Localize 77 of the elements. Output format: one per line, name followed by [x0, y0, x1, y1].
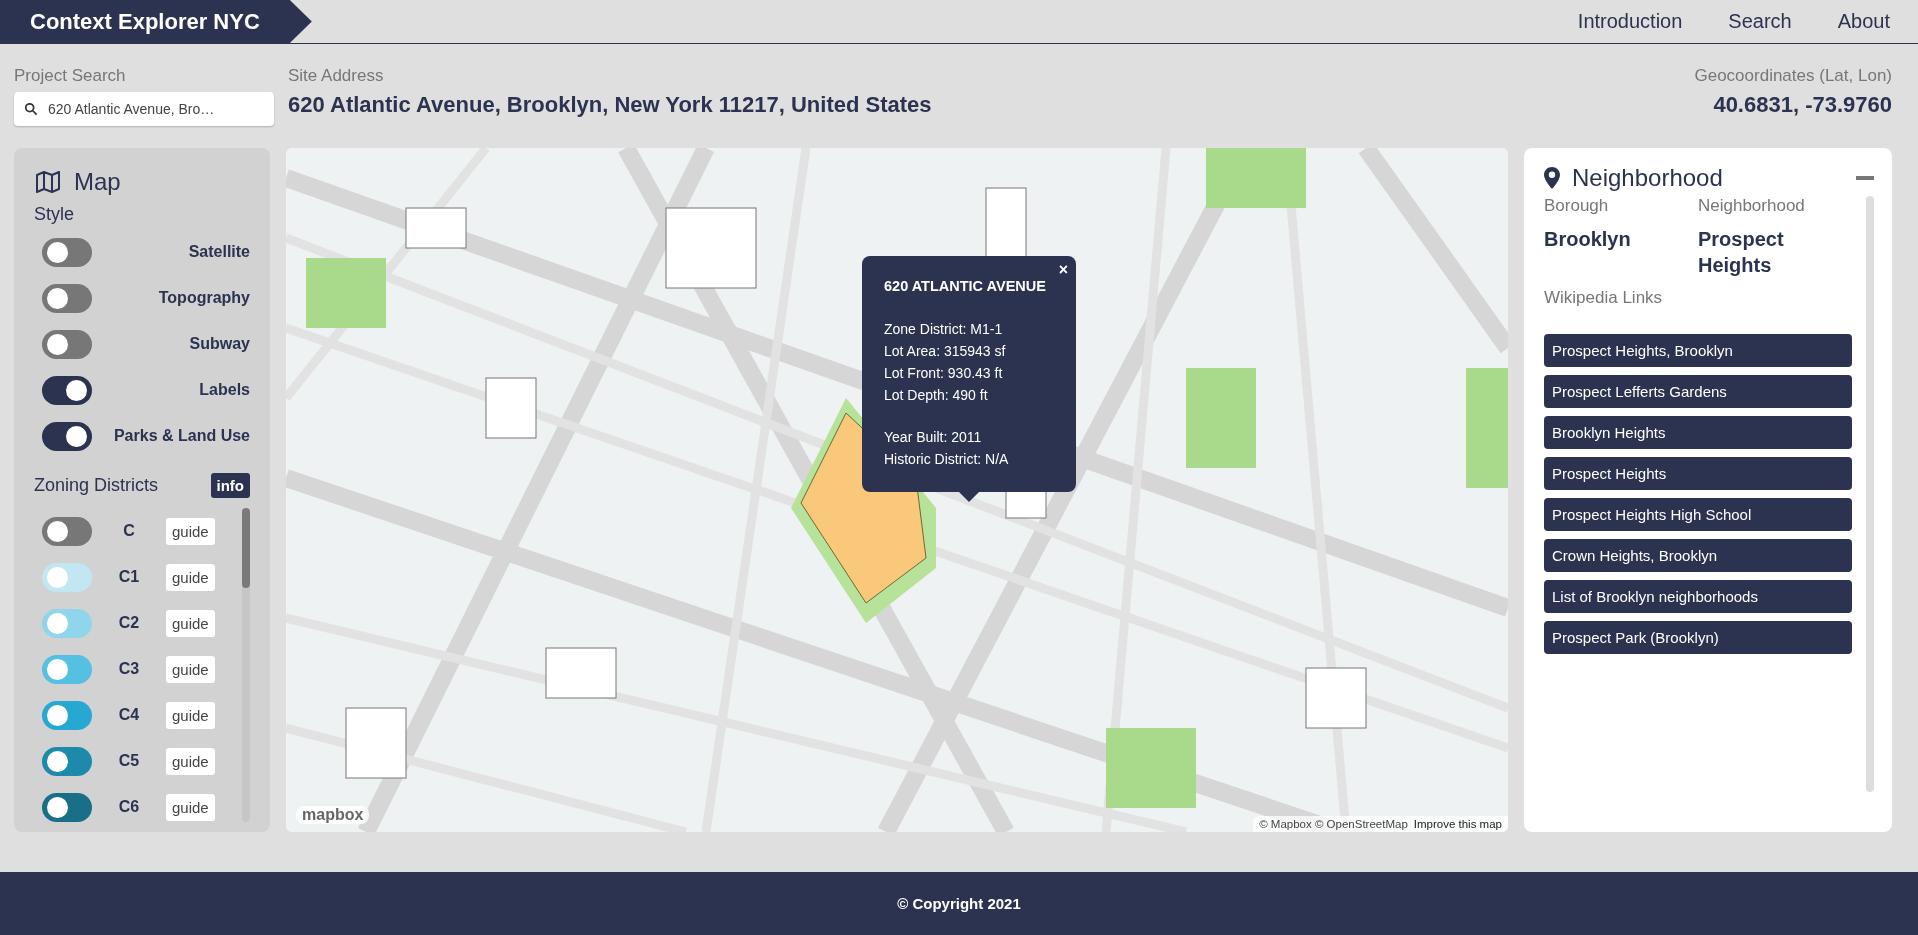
nav-link[interactable]: Introduction: [1577, 10, 1683, 33]
section-label: Style: [34, 204, 76, 225]
district-label: C2: [117, 614, 141, 632]
district-label: C4: [117, 706, 141, 724]
toggle-switch[interactable]: [42, 237, 92, 267]
district-label: C6: [117, 798, 141, 816]
toggle-switch[interactable]: [42, 562, 92, 592]
search-field[interactable]: 620 Atlantic Avenue, Bro…: [14, 92, 274, 126]
guide-button[interactable]: guide: [166, 793, 215, 821]
neighborhood-value: Prospect Heights: [1698, 227, 1785, 278]
layer-label: Topography: [158, 289, 250, 307]
field-label: Geocoordinates (Lat, Lon): [1694, 66, 1892, 86]
section-label: Zoning Districts: [34, 475, 159, 496]
district-label: C5: [117, 752, 141, 770]
nav-link[interactable]: Search: [1728, 10, 1792, 33]
panel-title: Neighborhood: [1572, 164, 1724, 192]
toggle-switch[interactable]: [42, 746, 92, 776]
wikipedia-link[interactable]: List of Brooklyn neighborhoods: [1544, 580, 1852, 613]
toggle-switch[interactable]: [42, 654, 92, 684]
guide-button[interactable]: guide: [166, 747, 215, 775]
field-label: Wikipedia Links: [1544, 288, 1664, 308]
guide-button[interactable]: guide: [166, 517, 215, 545]
wikipedia-link[interactable]: Prospect Heights: [1544, 457, 1852, 490]
popup-detail: Historic District: N/A: [884, 450, 1010, 469]
location-pin-icon: [1544, 167, 1560, 189]
layer-label: Satellite: [188, 243, 250, 261]
search-icon: [24, 102, 38, 116]
improve-map-link[interactable]: Improve this map: [1413, 818, 1502, 830]
district-label: C: [122, 522, 136, 540]
wikipedia-link[interactable]: Crown Heights, Brooklyn: [1544, 539, 1852, 572]
layer-label: Subway: [189, 335, 250, 353]
toggle-switch[interactable]: [42, 516, 92, 546]
popup-detail: Lot Area: 315943 sf: [884, 342, 1007, 361]
guide-button[interactable]: guide: [166, 655, 215, 683]
field-label: Borough: [1544, 196, 1610, 216]
close-button[interactable]: ×: [1056, 262, 1070, 278]
wikipedia-link[interactable]: Prospect Heights, Brooklyn: [1544, 334, 1852, 367]
info-button[interactable]: info: [210, 473, 250, 498]
field-label: Site Address: [288, 66, 385, 86]
popup-title: 620 ATLANTIC AVENUE: [884, 278, 1047, 294]
toggle-switch[interactable]: [42, 375, 92, 405]
map-icon: [34, 171, 62, 193]
map-credits: © Mapbox © OpenStreetMap: [1259, 818, 1408, 830]
guide-button[interactable]: guide: [166, 609, 215, 637]
scrollbar[interactable]: [1866, 196, 1874, 792]
popup-detail: Zone District: M1-1: [884, 320, 1004, 339]
layer-label: Parks & Land Use: [113, 427, 250, 445]
toggle-switch[interactable]: [42, 700, 92, 730]
copyright-text: © Copyright 2021: [897, 895, 1021, 912]
toggle-switch[interactable]: [42, 421, 92, 451]
site-address: 620 Atlantic Avenue, Brooklyn, New York 11217, United States: [288, 92, 933, 118]
borough-value: Brooklyn: [1544, 227, 1632, 252]
map-logo: mapbox: [296, 806, 370, 824]
district-label: C3: [117, 660, 141, 678]
field-label: Neighborhood: [1698, 196, 1806, 216]
popup-detail: Lot Depth: 490 ft: [884, 386, 989, 405]
toggle-switch[interactable]: [42, 329, 92, 359]
popup-detail: Year Built: 2011: [884, 428, 983, 447]
toggle-switch[interactable]: [42, 608, 92, 638]
guide-button[interactable]: guide: [166, 701, 215, 729]
popup-detail: Lot Front: 930.43 ft: [884, 364, 1004, 383]
geocoordinates: 40.6831, -73.9760: [1712, 92, 1892, 118]
field-label: Project Search: [14, 66, 127, 86]
wikipedia-link[interactable]: Prospect Park (Brooklyn): [1544, 621, 1852, 654]
wikipedia-link[interactable]: Prospect Heights High School: [1544, 498, 1852, 531]
layer-label: Labels: [199, 381, 250, 399]
scrollbar[interactable]: [242, 508, 250, 822]
guide-button[interactable]: guide: [166, 563, 215, 591]
minus-icon: [1856, 176, 1874, 180]
nav-link[interactable]: About: [1837, 10, 1890, 33]
district-label: C1: [117, 568, 141, 586]
wikipedia-link[interactable]: Prospect Lefferts Gardens: [1544, 375, 1852, 408]
app-title[interactable]: Context Explorer NYC: [0, 0, 312, 43]
panel-title: Map: [74, 168, 121, 196]
wikipedia-link[interactable]: Brooklyn Heights: [1544, 416, 1852, 449]
toggle-switch[interactable]: [42, 792, 92, 822]
toggle-switch[interactable]: [42, 283, 92, 313]
